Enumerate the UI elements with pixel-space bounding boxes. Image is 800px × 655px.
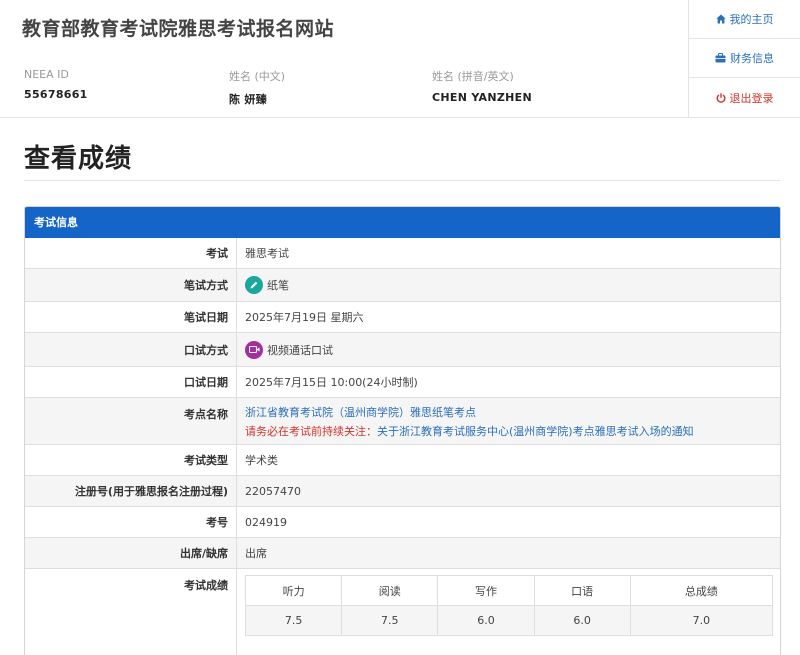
- table-row: 注册号(用于雅思报名注册过程) 22057470: [25, 476, 780, 507]
- score-label: 考试成绩: [25, 569, 237, 655]
- score-header-reading: 阅读: [341, 575, 439, 606]
- table-row: 考试成绩 听力 阅读 写作 口语 总成绩 7.5 7.5 6.0 6.0 7.0: [25, 569, 780, 655]
- video-icon: [245, 340, 263, 359]
- table-row: 口试日期 2025年7月15日 10:00(24小时制): [25, 367, 780, 398]
- table-row: 笔试日期 2025年7月19日 星期六: [25, 302, 780, 333]
- written-method-text: 纸笔: [267, 279, 289, 292]
- exam-info-panel: 考试信息 考试 雅思考试 笔试方式 纸笔 笔试日期 2025年7月19日 星期六…: [24, 206, 781, 655]
- score-speaking: 6.0: [533, 605, 631, 636]
- score-header-row: 听力 阅读 写作 口语 总成绩: [244, 575, 774, 606]
- venue-notice: 请务必在考试前持续关注：关于浙江教育考试服务中心(温州商学院)考点雅思考试入场的…: [245, 423, 694, 439]
- score-header-speaking: 口语: [533, 575, 631, 606]
- attendance-label: 出席/缺席: [25, 538, 237, 568]
- table-row: 出席/缺席 出席: [25, 538, 780, 569]
- score-value: 听力 阅读 写作 口语 总成绩 7.5 7.5 6.0 6.0 7.0: [237, 569, 780, 655]
- exam-info-rows: 考试 雅思考试 笔试方式 纸笔 笔试日期 2025年7月19日 星期六 口试方式…: [25, 238, 780, 655]
- name-en-field: 姓名 (拼音/英文) CHEN YANZHEN: [432, 68, 532, 104]
- exam-type-label: 考试类型: [25, 445, 237, 475]
- name-en-label: 姓名 (拼音/英文): [432, 70, 514, 83]
- nav-logout-label: 退出登录: [729, 91, 774, 105]
- power-icon: [716, 92, 726, 103]
- table-row: 考试类型 学术类: [25, 445, 780, 476]
- score-header-overall: 总成绩: [629, 575, 774, 606]
- registration-value: 22057470: [245, 484, 301, 498]
- table-row: 考号 024919: [25, 507, 780, 538]
- candidate-number-value: 024919: [245, 515, 287, 529]
- venue-link[interactable]: 浙江省教育考试院（温州商学院）雅思纸笔考点: [245, 404, 476, 420]
- panel-heading: 考试信息: [25, 207, 780, 238]
- table-row: 口试方式 视频通话口试: [25, 333, 780, 367]
- written-date-value: 2025年7月19日 星期六: [245, 311, 364, 324]
- exam-label: 考试: [25, 238, 237, 268]
- name-cn-label: 姓名 (中文): [229, 70, 286, 83]
- score-overall: 7.0: [629, 605, 774, 636]
- score-reading: 7.5: [341, 605, 439, 636]
- account-nav: 我的主页 财务信息 退出登录: [688, 0, 800, 118]
- neea-id-field: NEEA ID 55678661: [24, 68, 88, 101]
- score-table: 听力 阅读 写作 口语 总成绩 7.5 7.5 6.0 6.0 7.0: [244, 575, 774, 636]
- briefcase-icon: [715, 53, 726, 63]
- venue-notice-warning: 请务必在考试前持续关注：: [245, 424, 377, 438]
- exam-type-value: 学术类: [245, 454, 278, 467]
- score-header-listening: 听力: [244, 575, 343, 606]
- exam-value: 雅思考试: [245, 247, 289, 260]
- name-en-value: CHEN YANZHEN: [432, 91, 532, 104]
- site-title: 教育部教育考试院雅思考试报名网站: [22, 18, 335, 40]
- nav-finance-label: 财务信息: [730, 52, 774, 65]
- oral-method-value: 视频通话口试: [237, 333, 780, 366]
- venue-label: 考点名称: [25, 398, 237, 444]
- written-method-value: 纸笔: [237, 269, 780, 301]
- pencil-icon: [245, 276, 263, 294]
- score-listening: 7.5: [244, 605, 343, 636]
- name-cn-value: 陈 妍臻: [229, 93, 268, 106]
- venue-value: 浙江省教育考试院（温州商学院）雅思纸笔考点 请务必在考试前持续关注：关于浙江教育…: [237, 398, 780, 444]
- neea-id-value: 55678661: [24, 88, 88, 101]
- table-row: 笔试方式 纸笔: [25, 269, 780, 302]
- oral-date-value: 2025年7月15日 10:00(24小时制): [245, 376, 418, 389]
- nav-logout-link[interactable]: 退出登录: [689, 78, 800, 117]
- page-header: 教育部教育考试院雅思考试报名网站 NEEA ID 55678661 姓名 (中文…: [0, 0, 800, 118]
- score-writing: 6.0: [437, 605, 535, 636]
- score-value-row: 7.5 7.5 6.0 6.0 7.0: [244, 605, 774, 636]
- name-cn-field: 姓名 (中文) 陈 妍臻: [229, 68, 285, 107]
- table-row: 考点名称 浙江省教育考试院（温州商学院）雅思纸笔考点 请务必在考试前持续关注：关…: [25, 398, 780, 445]
- home-icon: [715, 14, 726, 24]
- registration-label: 注册号(用于雅思报名注册过程): [25, 476, 237, 506]
- page-title: 查看成绩: [24, 144, 133, 174]
- written-date-label: 笔试日期: [25, 302, 237, 332]
- written-method-label: 笔试方式: [25, 269, 237, 301]
- nav-finance-link[interactable]: 财务信息: [689, 39, 800, 78]
- nav-home-link[interactable]: 我的主页: [689, 0, 800, 39]
- score-header-writing: 写作: [437, 575, 535, 606]
- oral-date-label: 口试日期: [25, 367, 237, 397]
- venue-notice-link[interactable]: 关于浙江教育考试服务中心(温州商学院)考点雅思考试入场的通知: [377, 425, 694, 438]
- candidate-number-label: 考号: [25, 507, 237, 537]
- attendance-value: 出席: [245, 547, 267, 560]
- table-row: 考试 雅思考试: [25, 238, 780, 269]
- neea-id-label: NEEA ID: [24, 68, 69, 81]
- oral-method-label: 口试方式: [25, 333, 237, 366]
- oral-method-text: 视频通话口试: [267, 343, 333, 357]
- title-divider: [24, 180, 780, 181]
- nav-home-label: 我的主页: [729, 13, 774, 26]
